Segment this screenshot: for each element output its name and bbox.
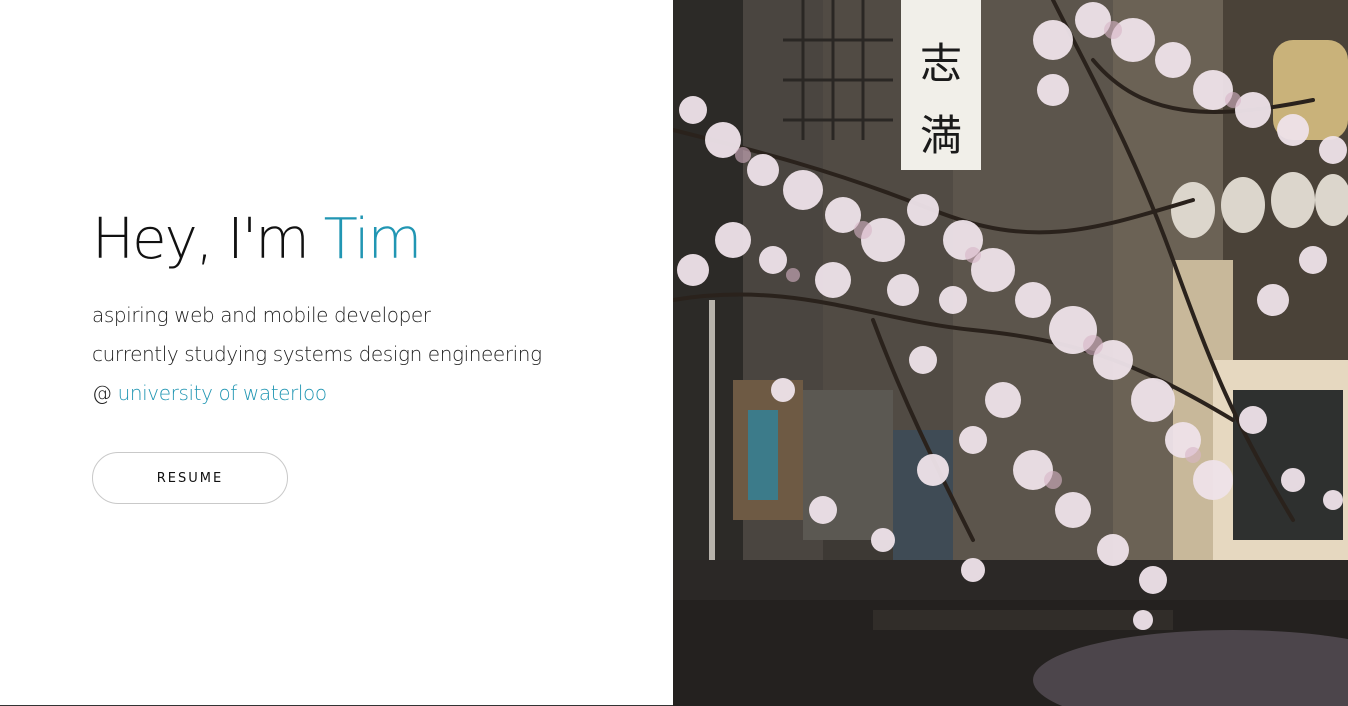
page: Hey, I'm Tim aspiring web and mobile dev… (0, 0, 1348, 706)
hero-heading: Hey, I'm Tim (92, 204, 542, 276)
svg-text:志: 志 (920, 39, 962, 88)
school-link[interactable]: university of waterloo (118, 381, 328, 405)
at-symbol: @ (92, 381, 112, 405)
resume-button[interactable]: RESUME (92, 452, 288, 504)
tagline-line-2: currently studying systems design engine… (92, 342, 542, 366)
hero-photo: 志 満 (673, 0, 1348, 706)
cherry-blossom-photo-icon: 志 満 (673, 0, 1348, 706)
intro-block: Hey, I'm Tim aspiring web and mobile dev… (92, 204, 542, 504)
tagline-line-1: aspiring web and mobile developer (92, 303, 431, 327)
intro-panel: Hey, I'm Tim aspiring web and mobile dev… (0, 0, 673, 706)
hero-name: Tim (323, 207, 423, 272)
tagline: aspiring web and mobile developer curren… (92, 296, 542, 413)
svg-text:満: 満 (920, 111, 962, 160)
hero-greeting: Hey, I'm (92, 207, 310, 272)
tagline-line-3: @ university of waterloo (92, 374, 542, 413)
